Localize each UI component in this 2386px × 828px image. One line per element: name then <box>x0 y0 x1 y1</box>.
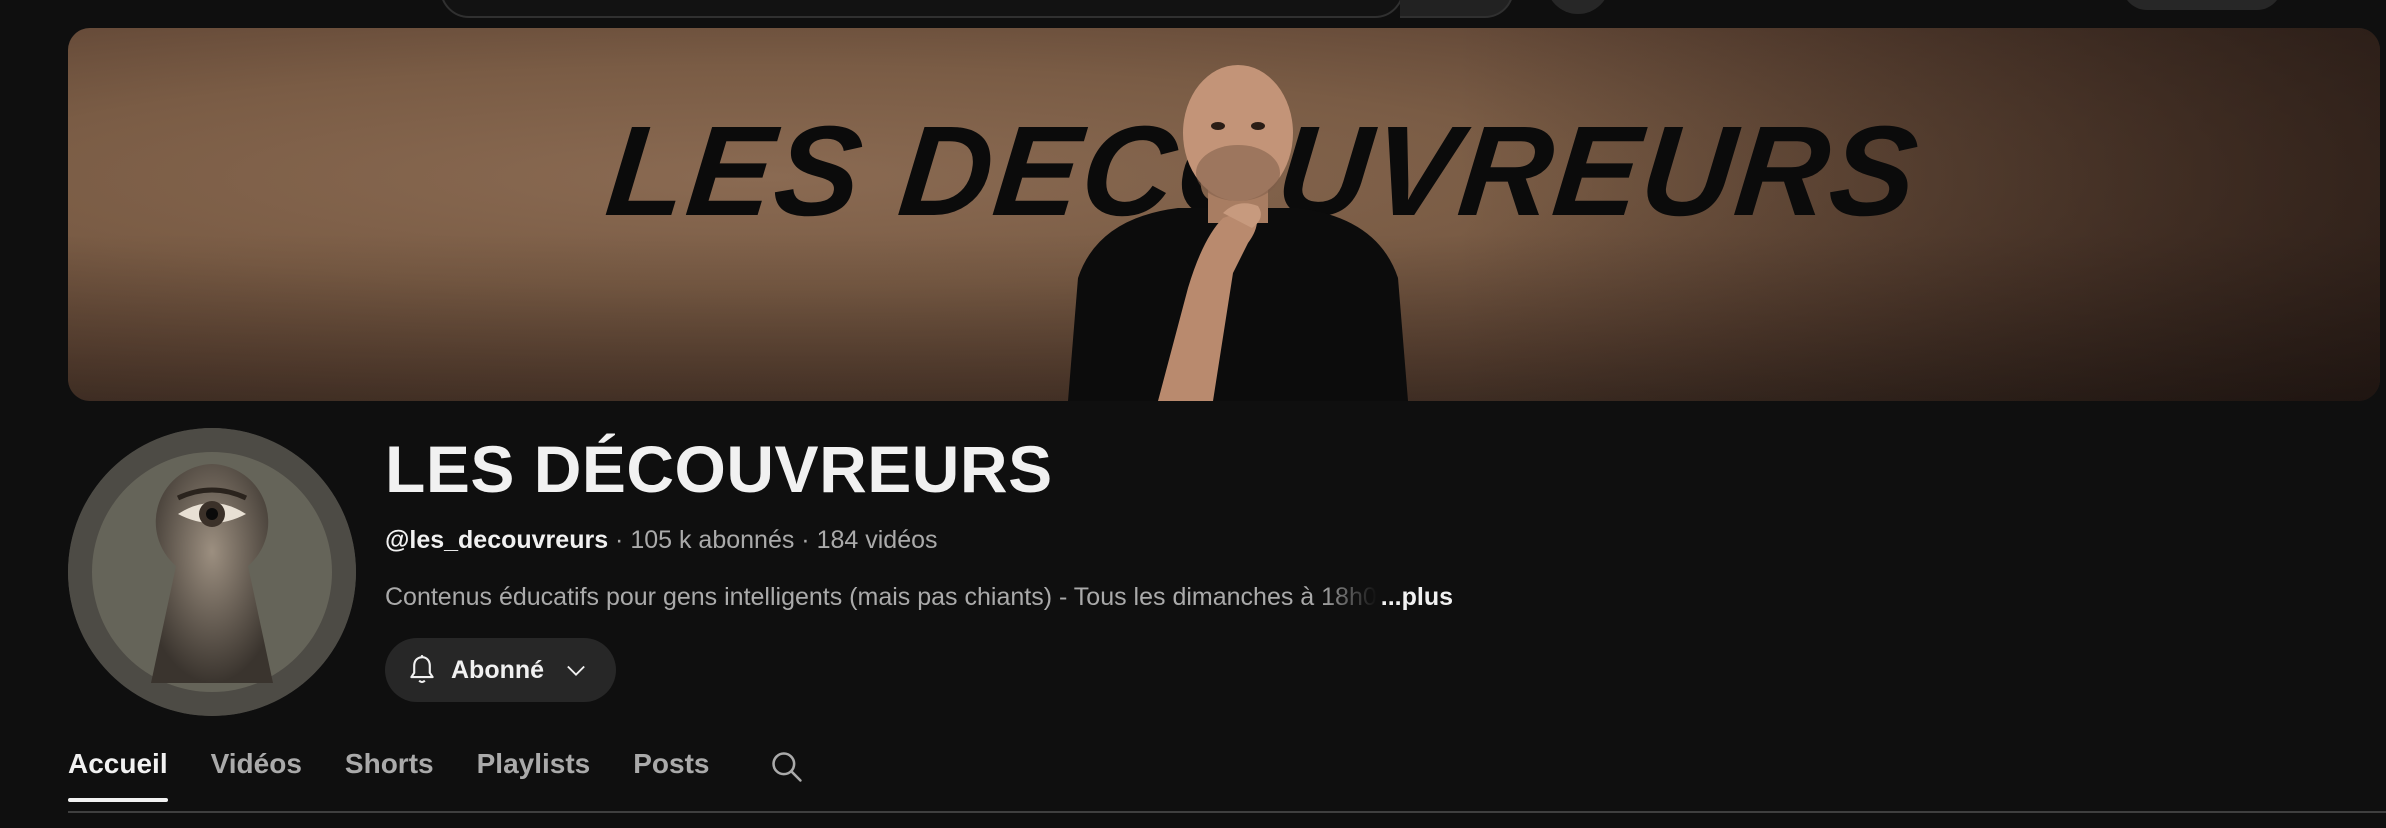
channel-description[interactable]: Contenus éducatifs pour gens intelligent… <box>385 583 1453 612</box>
tab-posts[interactable]: Posts <box>633 748 709 802</box>
channel-avatar[interactable] <box>68 428 356 716</box>
channel-page: LES DECOUVREURS LES DÉCOUVREURS @les_dec… <box>0 0 2386 828</box>
description-text: Contenus éducatifs pour gens intelligent… <box>385 583 1322 611</box>
tabs-divider <box>68 811 2386 813</box>
banner-person-image <box>1068 65 1408 401</box>
video-count: 184 vidéos <box>816 526 938 554</box>
channel-banner: LES DECOUVREURS <box>68 28 2380 401</box>
voice-search-button[interactable] <box>1546 0 1610 14</box>
bell-icon <box>410 655 434 684</box>
masthead-action-button[interactable] <box>2122 0 2282 10</box>
channel-search-icon[interactable] <box>768 748 806 786</box>
keyhole-eye-icon <box>68 428 356 716</box>
subscriber-count: 105 k abonnés <box>630 526 795 554</box>
channel-meta: @les_decouvreurs · 105 k abonnés · 184 v… <box>385 526 938 555</box>
chevron-down-icon <box>567 665 585 676</box>
subscribed-label: Abonné <box>451 655 545 684</box>
tab-playlists[interactable]: Playlists <box>477 748 591 802</box>
tab-accueil[interactable]: Accueil <box>68 748 168 802</box>
subscribed-button[interactable]: Abonné <box>385 638 616 702</box>
tab-shorts[interactable]: Shorts <box>345 748 434 802</box>
meta-separator: · <box>794 526 817 554</box>
more-link[interactable]: ...plus <box>1381 583 1453 611</box>
channel-name: LES DÉCOUVREURS <box>385 432 1053 506</box>
channel-tabs: Accueil Vidéos Shorts Playlists Posts <box>68 748 753 808</box>
tab-videos[interactable]: Vidéos <box>211 748 302 802</box>
meta-separator: · <box>608 526 631 554</box>
description-faded-text: 18h0 <box>1321 583 1377 611</box>
search-input[interactable] <box>440 0 1404 18</box>
search-button[interactable] <box>1400 0 1514 18</box>
channel-handle[interactable]: @les_decouvreurs <box>385 526 608 554</box>
